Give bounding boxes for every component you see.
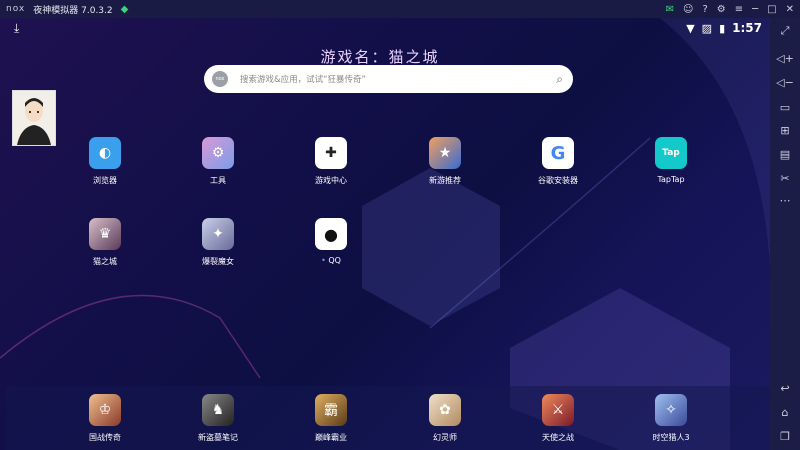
screen-icon[interactable]: ▭	[770, 101, 800, 114]
toolbox-icon[interactable]: ▤	[770, 148, 800, 161]
dock-app-hunter[interactable]: ✧ 时空猎人3	[639, 394, 703, 443]
search-bar[interactable]: nox 搜索游戏&应用，试试“狂暴传奇” ⌕	[204, 65, 573, 93]
google-installer-icon: G	[542, 137, 574, 169]
taptap-icon: Tap	[655, 137, 687, 169]
app-cat-city[interactable]: ♛ 猫之城	[73, 218, 137, 267]
volume-down-icon[interactable]: ◁−	[770, 76, 800, 89]
maximize-icon[interactable]: □	[767, 4, 776, 15]
app-taptap[interactable]: Tap TapTap	[639, 137, 703, 184]
huanling-icon: ✿	[429, 394, 461, 426]
app-label: • QQ	[321, 256, 341, 265]
app-qq[interactable]: ● • QQ	[299, 218, 363, 265]
dock-app-guozhan[interactable]: ♔ 国战传奇	[73, 394, 137, 443]
app-witch[interactable]: ✦ 爆裂魔女	[186, 218, 250, 267]
dianfeng-icon: 霸	[315, 394, 347, 426]
nox-logo: nox	[6, 4, 26, 14]
new-game-icon: ★	[429, 137, 461, 169]
mail-icon[interactable]: ✉	[666, 4, 674, 15]
angel-war-icon: ⚔	[542, 394, 574, 426]
status-clock: 1:57	[732, 21, 762, 35]
fullscreen-icon[interactable]: ⤢	[770, 24, 800, 38]
window-title: 夜神模拟器 7.0.3.2	[33, 5, 113, 16]
install-apk-icon[interactable]: ⊞	[770, 124, 800, 137]
android-status-bar: ⤓ ▼ ▨ ▮ 1:57	[0, 18, 770, 40]
back-icon[interactable]: ↩	[770, 382, 800, 395]
cat-city-icon: ♛	[89, 218, 121, 250]
screenshot-icon[interactable]: ✂	[770, 172, 800, 185]
gamepad-icon[interactable]: ◆	[121, 4, 129, 15]
qq-icon: ●	[315, 218, 347, 250]
emulator-sidebar: ⤢ ◁+ ◁− ▭ ⊞ ▤ ✂ ⋯ ↩ ⌂ ❐	[770, 18, 800, 450]
app-label: 谷歌安装器	[538, 176, 578, 185]
app-label: 新游推荐	[429, 176, 461, 185]
streamer-avatar	[12, 90, 56, 146]
app-label: 浏览器	[93, 176, 117, 185]
game-center-icon: ✚	[315, 137, 347, 169]
guozhan-icon: ♔	[89, 394, 121, 426]
app-label: 工具	[210, 176, 226, 185]
volume-up-icon[interactable]: ◁+	[770, 52, 800, 65]
daomu-icon: ♞	[202, 394, 234, 426]
minimize-icon[interactable]: ─	[752, 4, 758, 15]
help-icon[interactable]: ?	[702, 4, 707, 15]
app-game-center[interactable]: ✚ 游戏中心	[299, 137, 363, 186]
battery-icon: ▮	[719, 21, 726, 35]
android-screen: ⤓ ▼ ▨ ▮ 1:57 游戏名：猫之城 nox 搜索游戏&应用，试试“狂暴传奇…	[0, 18, 770, 450]
emulator-titlebar: nox 夜神模拟器 7.0.3.2 ◆ ✉ ☺ ? ⚙ ≡ ─ □ ✕	[0, 0, 800, 18]
app-google-installer[interactable]: G 谷歌安装器	[526, 137, 590, 186]
dock-app-huanling[interactable]: ✿ 幻灵师	[413, 394, 477, 443]
search-placeholder[interactable]: 搜索游戏&应用，试试“狂暴传奇”	[240, 73, 556, 85]
game-name-overlay: 游戏名：猫之城	[320, 48, 440, 66]
recent-apps-icon[interactable]: ❐	[770, 430, 800, 443]
menu-icon[interactable]: ≡	[735, 4, 743, 15]
app-label: 时空猎人3	[652, 433, 690, 442]
app-label: 幻灵师	[433, 433, 457, 442]
more-icon[interactable]: ⋯	[770, 194, 800, 207]
hunter-icon: ✧	[655, 394, 687, 426]
app-label: 猫之城	[93, 257, 117, 266]
nox-badge-icon: nox	[212, 71, 228, 87]
dock-app-dianfeng[interactable]: 霸 巅峰霸业	[299, 394, 363, 443]
settings-icon[interactable]: ⚙	[717, 4, 726, 15]
user-icon[interactable]: ☺	[683, 4, 693, 15]
app-label: 国战传奇	[89, 433, 121, 442]
app-label: 巅峰霸业	[315, 433, 347, 442]
download-icon[interactable]: ⤓	[14, 21, 19, 36]
app-label: 新盗墓笔记	[198, 433, 238, 442]
app-new-games[interactable]: ★ 新游推荐	[413, 137, 477, 186]
signal-icon: ▨	[701, 21, 713, 35]
witch-icon: ✦	[202, 218, 234, 250]
close-icon[interactable]: ✕	[786, 4, 794, 15]
app-label: TapTap	[657, 175, 685, 184]
tools-icon: ⚙	[202, 137, 234, 169]
wifi-icon: ▼	[686, 21, 695, 35]
app-label: 天使之战	[542, 433, 574, 442]
home-icon[interactable]: ⌂	[770, 406, 800, 419]
window-controls: ✉ ☺ ? ⚙ ≡ ─ □ ✕	[666, 0, 794, 18]
dock-app-angel-war[interactable]: ⚔ 天使之战	[526, 394, 590, 443]
app-browser[interactable]: ◐ 浏览器	[73, 137, 137, 186]
app-tools[interactable]: ⚙ 工具	[186, 137, 250, 186]
dock-app-daomu[interactable]: ♞ 新盗墓笔记	[186, 394, 250, 443]
app-label: 爆裂魔女	[202, 257, 234, 266]
search-icon[interactable]: ⌕	[556, 72, 563, 87]
app-label: 游戏中心	[315, 176, 347, 185]
browser-icon: ◐	[89, 137, 121, 169]
